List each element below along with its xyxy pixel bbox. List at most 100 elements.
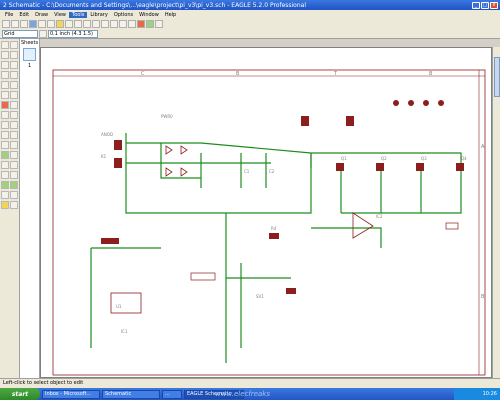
led-part bbox=[408, 100, 414, 106]
toolbar-row-params: Grid 0.1 inch (4.3 1.5) bbox=[0, 29, 500, 39]
part-label: SV1 bbox=[256, 294, 264, 299]
connector-label-part bbox=[445, 222, 459, 230]
erc-icon[interactable] bbox=[1, 201, 9, 209]
sheets-label: Sheets bbox=[21, 40, 39, 46]
grid-icon[interactable] bbox=[39, 30, 47, 38]
layer-field[interactable]: Grid bbox=[2, 30, 38, 38]
polygon-icon[interactable] bbox=[10, 171, 18, 179]
start-button[interactable]: start bbox=[0, 388, 40, 400]
cam-icon[interactable] bbox=[38, 20, 46, 28]
title-bar: 2 Schematic - C:\Documents and Settings\… bbox=[0, 0, 500, 10]
info-icon[interactable] bbox=[1, 41, 9, 49]
pinswap-icon[interactable] bbox=[1, 111, 9, 119]
zoom-out-icon[interactable] bbox=[92, 20, 100, 28]
arc-icon[interactable] bbox=[10, 161, 18, 169]
toolbar: Grid 0.1 inch (4.3 1.5) bbox=[0, 19, 500, 39]
change-icon[interactable] bbox=[10, 81, 18, 89]
wire-icon[interactable] bbox=[1, 151, 9, 159]
scrollbar-thumb[interactable] bbox=[494, 57, 500, 97]
coordinate-display: 0.1 inch (4.3 1.5) bbox=[48, 30, 98, 38]
connector-part bbox=[301, 116, 309, 126]
move-icon[interactable] bbox=[1, 61, 9, 69]
diode-bridge bbox=[165, 145, 188, 177]
script-icon[interactable] bbox=[56, 20, 64, 28]
redraw-icon[interactable] bbox=[101, 20, 109, 28]
show-icon[interactable] bbox=[10, 41, 18, 49]
close-button[interactable]: x bbox=[490, 1, 498, 9]
board-icon[interactable] bbox=[29, 20, 37, 28]
text-icon[interactable] bbox=[10, 151, 18, 159]
zoom-select-icon[interactable] bbox=[110, 20, 118, 28]
save-icon[interactable] bbox=[11, 20, 19, 28]
connector-part bbox=[346, 116, 354, 126]
menu-library[interactable]: Library bbox=[87, 12, 110, 18]
menu-edit[interactable]: Edit bbox=[16, 12, 32, 18]
errors-icon[interactable] bbox=[10, 201, 18, 209]
part-label: PWR0 bbox=[161, 114, 173, 119]
display-icon[interactable] bbox=[1, 51, 9, 59]
taskbar-item[interactable]: Schematic bbox=[102, 389, 160, 399]
rotate-icon[interactable] bbox=[10, 71, 18, 79]
cut-icon[interactable] bbox=[1, 91, 9, 99]
redo-icon[interactable] bbox=[128, 20, 136, 28]
vertical-scrollbar[interactable] bbox=[492, 47, 500, 378]
value-icon[interactable] bbox=[10, 121, 18, 129]
schematic-canvas[interactable]: C B T B A B PWR0 ANOD K1 C1 C2 U1 IC2 Q1… bbox=[40, 47, 492, 378]
ic-part bbox=[110, 292, 142, 314]
group-icon[interactable] bbox=[1, 81, 9, 89]
add-icon[interactable] bbox=[10, 101, 18, 109]
sheet-thumbnail[interactable] bbox=[23, 48, 36, 61]
help-icon[interactable] bbox=[155, 20, 163, 28]
bus-icon[interactable] bbox=[1, 181, 9, 189]
part-label: U1 bbox=[116, 304, 122, 309]
miter-icon[interactable] bbox=[10, 131, 18, 139]
copy-icon[interactable] bbox=[10, 61, 18, 69]
delete-icon[interactable] bbox=[1, 101, 9, 109]
net-icon[interactable] bbox=[10, 181, 18, 189]
stop-icon[interactable] bbox=[137, 20, 145, 28]
maximize-button[interactable]: □ bbox=[481, 1, 489, 9]
print-icon[interactable] bbox=[20, 20, 28, 28]
circle-icon[interactable] bbox=[1, 161, 9, 169]
taskbar-item[interactable]: ... bbox=[162, 389, 182, 399]
menu-options[interactable]: Options bbox=[111, 12, 136, 18]
paste-icon[interactable] bbox=[10, 91, 18, 99]
drawing-frame bbox=[52, 69, 486, 376]
split-icon[interactable] bbox=[1, 141, 9, 149]
transistor-part bbox=[456, 163, 464, 171]
menu-window[interactable]: Window bbox=[136, 12, 162, 18]
minimize-button[interactable]: _ bbox=[472, 1, 480, 9]
connector-label-part bbox=[190, 272, 216, 281]
transistor-part bbox=[416, 163, 424, 171]
menu-draw[interactable]: Draw bbox=[32, 12, 51, 18]
go-icon[interactable] bbox=[146, 20, 154, 28]
taskbar-item[interactable]: Inbox - Microsoft... bbox=[42, 389, 100, 399]
sheet-number: 1 bbox=[28, 63, 32, 69]
ulp-icon[interactable] bbox=[65, 20, 73, 28]
status-bar: Left-click to select object to edit bbox=[0, 378, 500, 388]
menu-help[interactable]: Help bbox=[162, 12, 179, 18]
led-part bbox=[423, 100, 429, 106]
open-icon[interactable] bbox=[2, 20, 10, 28]
connector-part bbox=[114, 140, 122, 150]
menu-file[interactable]: File bbox=[2, 12, 16, 18]
replace-icon[interactable] bbox=[10, 111, 18, 119]
menu-tools[interactable]: Tools bbox=[69, 11, 88, 18]
menu-view[interactable]: View bbox=[51, 12, 69, 18]
part-label: C2 bbox=[269, 169, 275, 174]
invoke-icon[interactable] bbox=[10, 141, 18, 149]
smash-icon[interactable] bbox=[1, 131, 9, 139]
window-controls: _ □ x bbox=[472, 1, 500, 9]
frame-letter: B bbox=[429, 71, 433, 77]
mark-icon[interactable] bbox=[10, 51, 18, 59]
zoom-fit-icon[interactable] bbox=[74, 20, 82, 28]
label-icon[interactable] bbox=[10, 191, 18, 199]
name-icon[interactable] bbox=[1, 121, 9, 129]
undo-icon[interactable] bbox=[119, 20, 127, 28]
part-label: Q4 bbox=[461, 156, 467, 161]
sheet-icon[interactable] bbox=[47, 20, 55, 28]
zoom-in-icon[interactable] bbox=[83, 20, 91, 28]
junction-icon[interactable] bbox=[1, 191, 9, 199]
mirror-icon[interactable] bbox=[1, 71, 9, 79]
rect-icon[interactable] bbox=[1, 171, 9, 179]
